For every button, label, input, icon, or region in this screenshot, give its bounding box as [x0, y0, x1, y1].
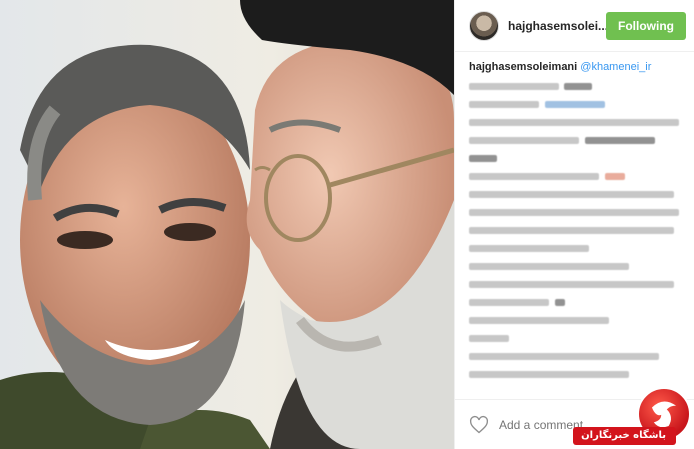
username-link[interactable]: hajghasemsolei...: [508, 19, 606, 33]
avatar[interactable]: [469, 10, 499, 41]
comment-row: [469, 170, 680, 182]
caption: hajghasemsoleimani @khamenei_ir: [469, 60, 680, 74]
comment-row: [469, 134, 680, 146]
comment-row: [469, 152, 680, 164]
comment-row: [469, 332, 680, 344]
comment-row: [469, 98, 680, 110]
comment-row: [469, 296, 680, 308]
comment-row: [469, 242, 680, 254]
watermark: باشگاه خبرنگاران: [554, 387, 694, 449]
comment-row: [469, 278, 680, 290]
comment-row: [469, 188, 680, 200]
post-header: hajghasemsolei... Following: [455, 0, 694, 52]
watermark-text: باشگاه خبرنگاران: [573, 427, 676, 445]
heart-icon[interactable]: [469, 415, 489, 435]
comment-row: [469, 206, 680, 218]
comments-list: hajghasemsoleimani @khamenei_ir: [455, 52, 694, 380]
caption-username[interactable]: hajghasemsoleimani: [469, 61, 577, 73]
post-detail-panel: hajghasemsolei... Following hajghasemsol…: [454, 0, 694, 449]
comment-row: [469, 350, 680, 362]
comment-row: [469, 80, 680, 92]
comment-row: [469, 116, 680, 128]
caption-mention[interactable]: @khamenei_ir: [580, 61, 651, 73]
post-photo: [0, 0, 454, 449]
following-button[interactable]: Following: [606, 11, 686, 40]
comment-row: [469, 368, 680, 380]
comment-row: [469, 260, 680, 272]
comment-row: [469, 314, 680, 326]
comment-row: [469, 224, 680, 236]
